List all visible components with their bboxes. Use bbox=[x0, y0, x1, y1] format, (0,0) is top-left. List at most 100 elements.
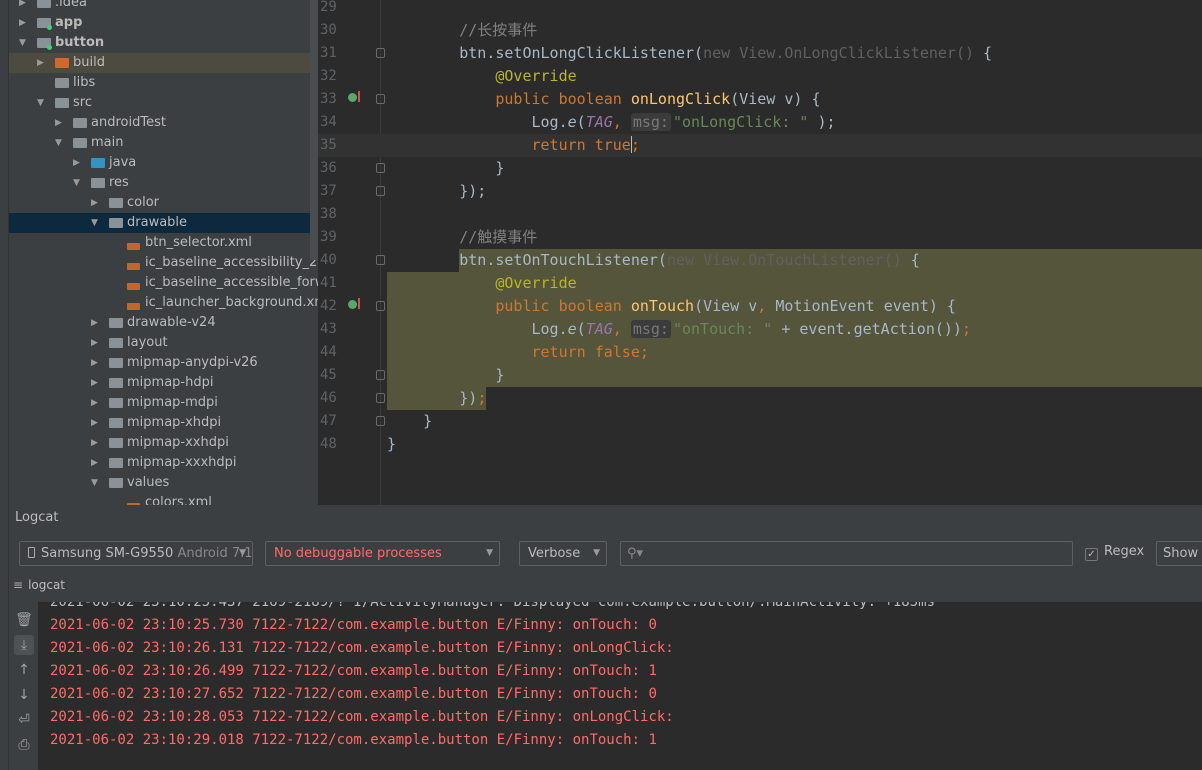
tree-item[interactable]: ▶ app bbox=[9, 13, 318, 33]
tree-item[interactable]: ▼ drawable bbox=[9, 213, 318, 233]
code-line[interactable]: 42 public boolean onTouch(View v, Motion… bbox=[318, 295, 1202, 318]
fold-marker-icon[interactable] bbox=[376, 393, 385, 403]
collapsed-arrow-icon[interactable]: ▶ bbox=[19, 0, 26, 13]
code-line[interactable]: 33 public boolean onLongClick(View v) { bbox=[318, 88, 1202, 111]
project-tree-scrollbar[interactable] bbox=[310, 0, 318, 260]
tree-item[interactable]: ▼ src bbox=[9, 93, 318, 113]
tree-item[interactable]: ▼ values bbox=[9, 473, 318, 493]
collapsed-arrow-icon[interactable]: ▶ bbox=[91, 333, 98, 353]
log-line[interactable]: 2021-06-02 23:10:26.499 7122-7122/com.ex… bbox=[50, 660, 657, 683]
tree-item[interactable]: ic_baseline_accessibility_24.xml bbox=[9, 253, 318, 273]
collapsed-arrow-icon[interactable]: ▶ bbox=[91, 393, 98, 413]
tab-logcat[interactable]: ≡ logcat bbox=[13, 578, 65, 592]
code-line[interactable]: 43 Log.e(TAG, msg: "onTouch: " + event.ge… bbox=[318, 318, 1202, 341]
code-line[interactable]: 32 @Override bbox=[318, 65, 1202, 88]
fold-marker-icon[interactable] bbox=[376, 163, 385, 173]
code-line[interactable]: 48} bbox=[318, 433, 1202, 456]
collapsed-arrow-icon[interactable]: ▶ bbox=[91, 193, 98, 213]
device-dropdown[interactable]: Samsung SM-G9550 Android 7.1 ▼ bbox=[19, 541, 253, 566]
log-line[interactable]: 2021-06-02 23:10:25.437 2169-2189/? I/Ac… bbox=[50, 602, 935, 614]
code-line[interactable]: 41 @Override bbox=[318, 272, 1202, 295]
code-line[interactable]: 47 } bbox=[318, 410, 1202, 433]
fold-marker-icon[interactable] bbox=[376, 416, 385, 426]
code-line[interactable]: 34 Log.e(TAG, msg: "onLongClick: " ); bbox=[318, 111, 1202, 134]
soft-wrap-icon[interactable]: ⏎ bbox=[14, 710, 34, 730]
code-line[interactable]: 40 btn.setOnTouchListener(new View.OnTou… bbox=[318, 249, 1202, 272]
tree-item[interactable]: ▶ mipmap-mdpi bbox=[9, 393, 318, 413]
code-line[interactable]: 44 return false; bbox=[318, 341, 1202, 364]
fold-marker-icon[interactable] bbox=[376, 48, 385, 58]
code-line[interactable]: 37 }); bbox=[318, 180, 1202, 203]
expanded-arrow-icon[interactable]: ▼ bbox=[73, 173, 80, 193]
tree-item[interactable]: ▶ mipmap-hdpi bbox=[9, 373, 318, 393]
logcat-search-input[interactable]: ⚲▾ bbox=[620, 541, 1073, 566]
collapsed-arrow-icon[interactable]: ▶ bbox=[91, 433, 98, 453]
scroll-to-end-icon[interactable]: ⤓ bbox=[14, 635, 34, 655]
collapsed-arrow-icon[interactable]: ▶ bbox=[91, 353, 98, 373]
show-filter-button[interactable]: Show bbox=[1156, 541, 1202, 566]
code-line[interactable]: 36 } bbox=[318, 157, 1202, 180]
collapsed-arrow-icon[interactable]: ▶ bbox=[37, 53, 44, 73]
collapsed-arrow-icon[interactable]: ▶ bbox=[73, 153, 80, 173]
tree-item[interactable]: ▶ build bbox=[9, 53, 318, 73]
code-line[interactable]: 35 return true; bbox=[318, 134, 1202, 157]
tree-item[interactable]: ▶ androidTest bbox=[9, 113, 318, 133]
log-line[interactable]: 2021-06-02 23:10:26.131 7122-7122/com.ex… bbox=[50, 637, 674, 660]
tree-item[interactable]: ▶ layout bbox=[9, 333, 318, 353]
tree-item[interactable]: ▼ main bbox=[9, 133, 318, 153]
code-line[interactable]: 30 //长按事件 bbox=[318, 19, 1202, 42]
expanded-arrow-icon[interactable]: ▼ bbox=[91, 213, 98, 233]
code-line[interactable]: 31 btn.setOnLongClickListener(new View.O… bbox=[318, 42, 1202, 65]
code-line[interactable]: 29 bbox=[318, 0, 1202, 19]
tree-item[interactable]: ▶ mipmap-xxhdpi bbox=[9, 433, 318, 453]
tree-item[interactable]: ▶ .idea bbox=[9, 0, 318, 13]
tree-item[interactable]: ic_launcher_background.xml bbox=[9, 293, 318, 313]
tree-item[interactable]: btn_selector.xml bbox=[9, 233, 318, 253]
regex-checkbox[interactable]: ✓ Regex bbox=[1085, 544, 1144, 561]
expanded-arrow-icon[interactable]: ▼ bbox=[37, 93, 44, 113]
logcat-output[interactable]: 2021-06-02 23:10:25.437 2169-2189/? I/Ac… bbox=[38, 602, 1202, 770]
expanded-arrow-icon[interactable]: ▼ bbox=[55, 133, 62, 153]
process-dropdown[interactable]: No debuggable processes ▼ bbox=[265, 541, 500, 566]
tree-item[interactable]: ▼ res bbox=[9, 173, 318, 193]
tree-item[interactable]: ▶ mipmap-anydpi-v26 bbox=[9, 353, 318, 373]
fold-marker-icon[interactable] bbox=[376, 94, 385, 104]
print-icon[interactable]: ⎙ bbox=[14, 735, 34, 755]
arrow-down-icon[interactable]: ↓ bbox=[14, 685, 34, 705]
expanded-arrow-icon[interactable]: ▼ bbox=[91, 473, 98, 493]
tree-item[interactable]: colors.xml bbox=[9, 493, 318, 505]
code-line[interactable]: 38 bbox=[318, 203, 1202, 226]
collapsed-arrow-icon[interactable]: ▶ bbox=[55, 113, 62, 133]
tree-item[interactable]: ▼ button bbox=[9, 33, 318, 53]
code-line[interactable]: 45 } bbox=[318, 364, 1202, 387]
project-tree[interactable]: ▶ .idea ▶ app ▼ button ▶ build libs ▼ src ▶ androidT… bbox=[9, 0, 318, 505]
trash-icon[interactable]: 🗑 bbox=[14, 610, 34, 630]
code-editor[interactable]: 29 30 //长按事件 31 btn.setOnLongClickListener… bbox=[318, 0, 1202, 505]
log-line[interactable]: 2021-06-02 23:10:29.018 7122-7122/com.ex… bbox=[50, 729, 657, 752]
tree-item[interactable]: ▶ mipmap-xxxhdpi bbox=[9, 453, 318, 473]
collapsed-arrow-icon[interactable]: ▶ bbox=[19, 13, 26, 33]
tree-item[interactable]: ic_baseline_accessible_forward bbox=[9, 273, 318, 293]
tree-item[interactable]: libs bbox=[9, 73, 318, 93]
tree-item[interactable]: ▶ color bbox=[9, 193, 318, 213]
collapsed-arrow-icon[interactable]: ▶ bbox=[91, 413, 98, 433]
collapsed-arrow-icon[interactable]: ▶ bbox=[91, 453, 98, 473]
tree-item[interactable]: ▶ mipmap-xhdpi bbox=[9, 413, 318, 433]
tree-item[interactable]: ▶ drawable-v24 bbox=[9, 313, 318, 333]
tree-item[interactable]: ▶ java bbox=[9, 153, 318, 173]
override-method-icon[interactable] bbox=[348, 93, 357, 102]
code-line[interactable]: 46 }); bbox=[318, 387, 1202, 410]
log-line[interactable]: 2021-06-02 23:10:25.730 7122-7122/com.ex… bbox=[50, 614, 657, 637]
arrow-up-icon[interactable]: ↑ bbox=[14, 660, 34, 680]
left-tool-window-strip[interactable] bbox=[0, 0, 9, 770]
code-line[interactable]: 39 //触摸事件 bbox=[318, 226, 1202, 249]
fold-marker-icon[interactable] bbox=[376, 186, 385, 196]
log-line[interactable]: 2021-06-02 23:10:28.053 7122-7122/com.ex… bbox=[50, 706, 674, 729]
fold-marker-icon[interactable] bbox=[376, 301, 385, 311]
log-level-dropdown[interactable]: Verbose ▼ bbox=[519, 541, 607, 566]
expanded-arrow-icon[interactable]: ▼ bbox=[19, 33, 26, 53]
fold-marker-icon[interactable] bbox=[376, 370, 385, 380]
collapsed-arrow-icon[interactable]: ▶ bbox=[91, 373, 98, 393]
override-method-icon[interactable] bbox=[348, 300, 357, 309]
fold-marker-icon[interactable] bbox=[376, 255, 385, 265]
